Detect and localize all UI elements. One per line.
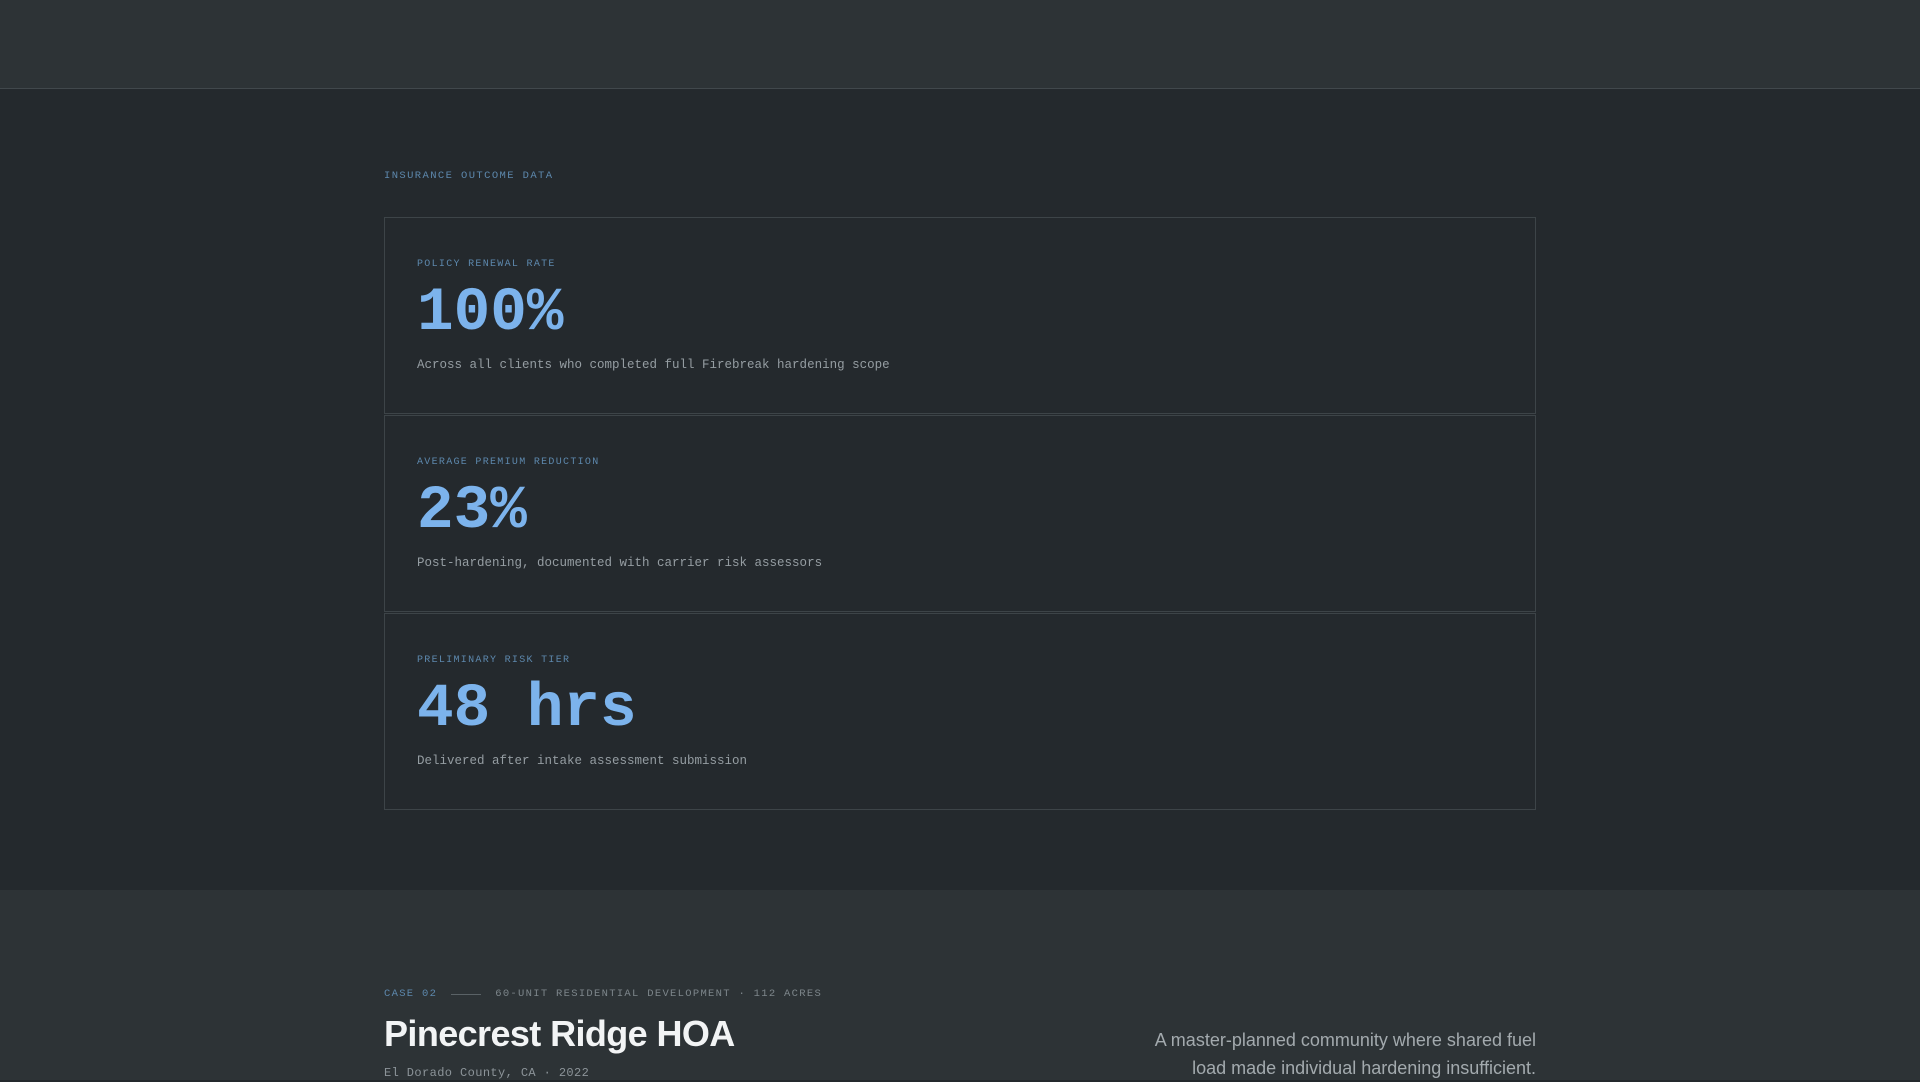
stat-description: Delivered after intake assessment submis… xyxy=(417,754,748,768)
case-study-section xyxy=(0,890,1920,1080)
stat-value: 48 hrs xyxy=(417,675,637,744)
case-meta: CASE 02 60-UNIT RESIDENTIAL DEVELOPMENT … xyxy=(384,988,822,1000)
case-descriptor: 60-UNIT RESIDENTIAL DEVELOPMENT · 112 AC… xyxy=(495,988,823,1000)
stat-description: Across all clients who completed full Fi… xyxy=(417,358,890,372)
section-eyebrow: INSURANCE OUTCOME DATA xyxy=(384,170,554,182)
case-divider xyxy=(451,993,482,995)
stat-label: POLICY RENEWAL RATE xyxy=(417,259,556,270)
top-band xyxy=(0,0,1920,89)
stat-card-risk-tier: PRELIMINARY RISK TIER 48 hrs Delivered a… xyxy=(384,613,1536,810)
case-blurb: A master-planned community where shared … xyxy=(1154,1030,1536,1078)
stat-value: 100% xyxy=(417,279,564,348)
case-number: CASE 02 xyxy=(384,988,438,1000)
stat-label: AVERAGE PREMIUM REDUCTION xyxy=(417,457,600,468)
stat-card-renewal-rate: POLICY RENEWAL RATE 100% Across all clie… xyxy=(384,217,1536,414)
stat-description: Post-hardening, documented with carrier … xyxy=(417,556,823,570)
case-title: Pinecrest Ridge HOA xyxy=(384,1013,735,1054)
stat-label: PRELIMINARY RISK TIER xyxy=(417,655,571,666)
stat-value: 23% xyxy=(417,477,527,546)
case-subtitle: El Dorado County, CA · 2022 xyxy=(384,1066,590,1080)
stat-card-premium-reduction: AVERAGE PREMIUM REDUCTION 23% Post-harde… xyxy=(384,415,1536,612)
